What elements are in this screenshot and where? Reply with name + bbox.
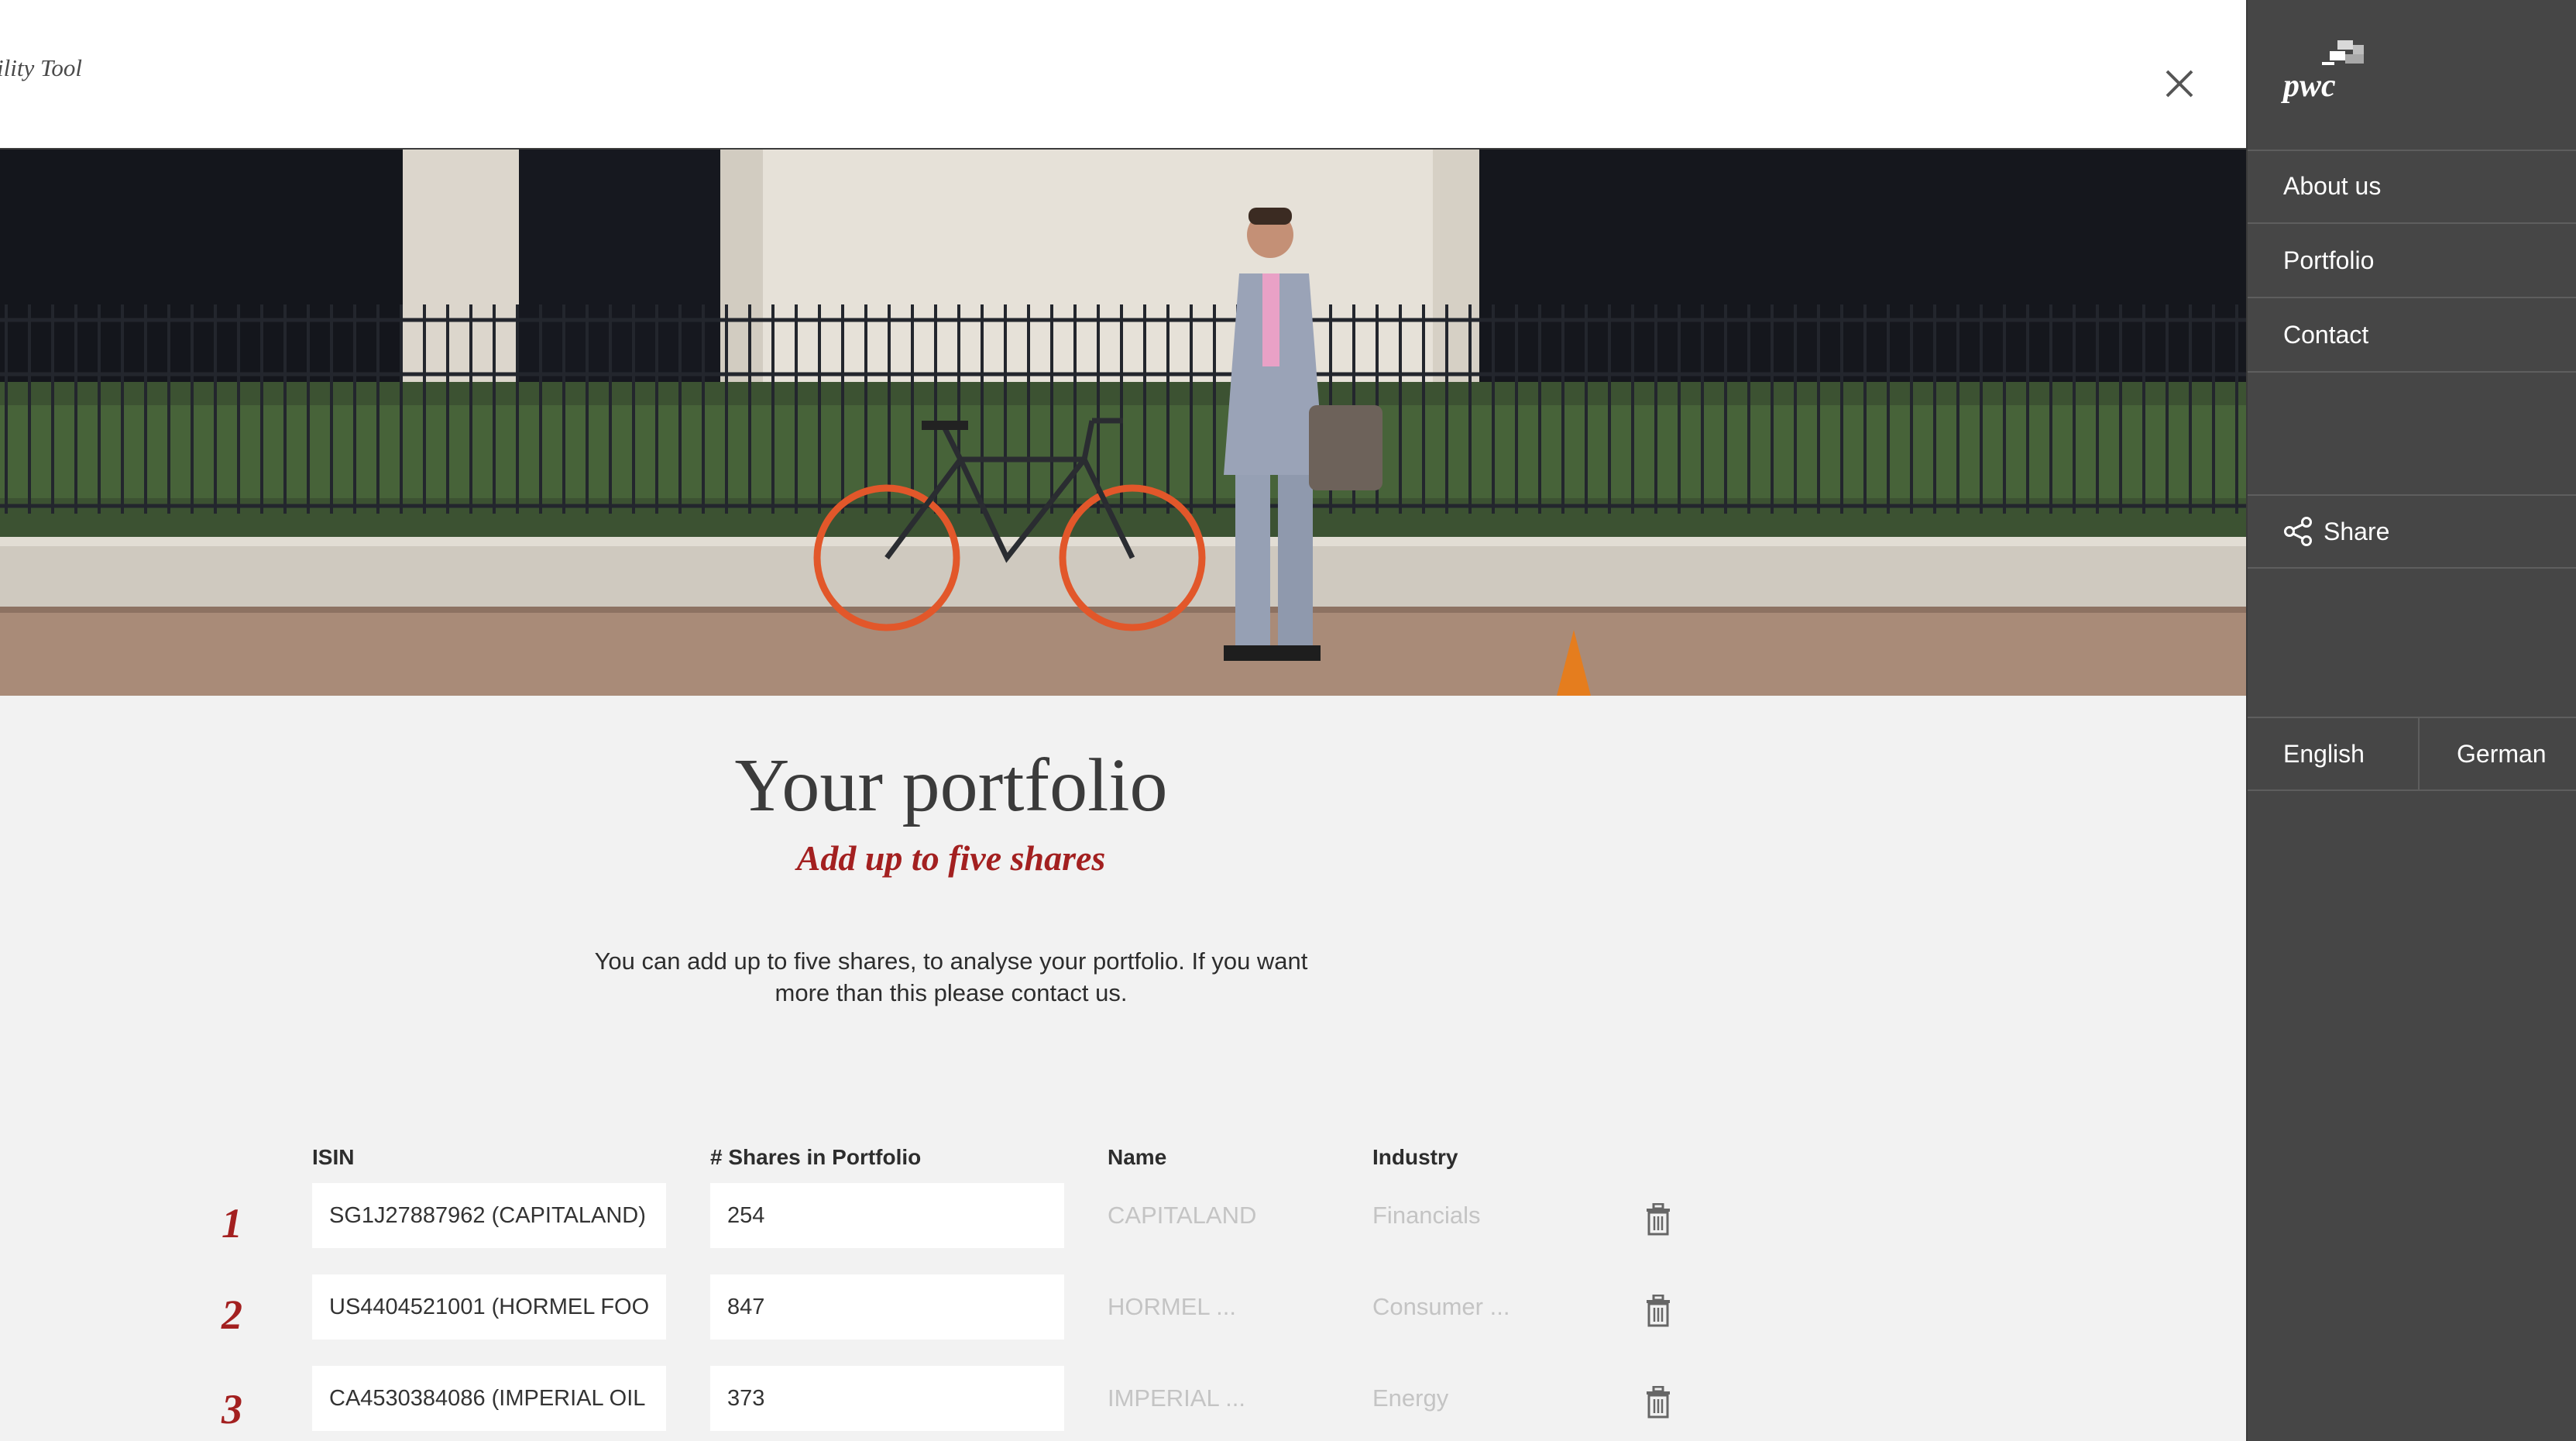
language-english[interactable]: English [2283,718,2365,789]
intro-line-2: more than this please contact us. [775,979,1128,1006]
close-icon [2166,70,2193,98]
column-header-shares: # Shares in Portfolio [710,1145,922,1169]
intro-text: You can add up to five shares, to analys… [573,945,1329,1009]
share-name: CAPITALAND [1108,1202,1257,1229]
nav-contact[interactable]: Contact [2248,298,2576,373]
pwc-logo-icon [2322,40,2364,65]
share-icon [2284,516,2312,546]
row-number: 2 [222,1291,242,1338]
language-switcher: English German [2248,717,2576,791]
shares-input[interactable] [710,1366,1064,1431]
top-header: ility Tool [0,0,2246,150]
share-label: Share [2324,518,2390,545]
pwc-logo[interactable]: pwc [2283,70,2336,102]
share-industry: Financials [1372,1202,1481,1229]
trash-icon[interactable] [1645,1386,1671,1419]
intro-line-1: You can add up to five shares, to analys… [594,947,1308,975]
page-subtitle: Add up to five shares [796,838,1106,878]
trash-icon[interactable] [1645,1203,1671,1236]
logo-area: pwc [2248,0,2576,151]
share-industry: Energy [1372,1384,1449,1412]
close-button[interactable] [2161,65,2198,102]
language-german[interactable]: German [2457,718,2547,789]
isin-input[interactable] [312,1274,666,1340]
sidebar: pwc About us Portfolio Contact Share Eng… [2246,0,2576,1441]
shares-input[interactable] [710,1183,1064,1248]
column-header-name: Name [1108,1145,1167,1169]
trash-icon[interactable] [1645,1295,1671,1327]
nav-about-us[interactable]: About us [2248,150,2576,224]
tool-title: ility Tool [0,54,82,81]
column-header-industry: Industry [1372,1145,1458,1169]
hero-image [0,150,2246,696]
share-name: HORMEL ... [1108,1293,1236,1320]
shares-input[interactable] [710,1274,1064,1340]
share-button[interactable]: Share [2248,494,2576,569]
isin-input[interactable] [312,1366,666,1431]
nav-portfolio[interactable]: Portfolio [2248,224,2576,298]
share-industry: Consumer ... [1372,1293,1510,1320]
share-name: IMPERIAL ... [1108,1384,1246,1412]
isin-input[interactable] [312,1183,666,1248]
row-number: 1 [222,1200,242,1247]
row-number: 3 [222,1386,242,1432]
page-title: Your portfolio [734,744,1168,827]
language-divider [2418,718,2420,789]
column-header-isin: ISIN [312,1145,355,1169]
